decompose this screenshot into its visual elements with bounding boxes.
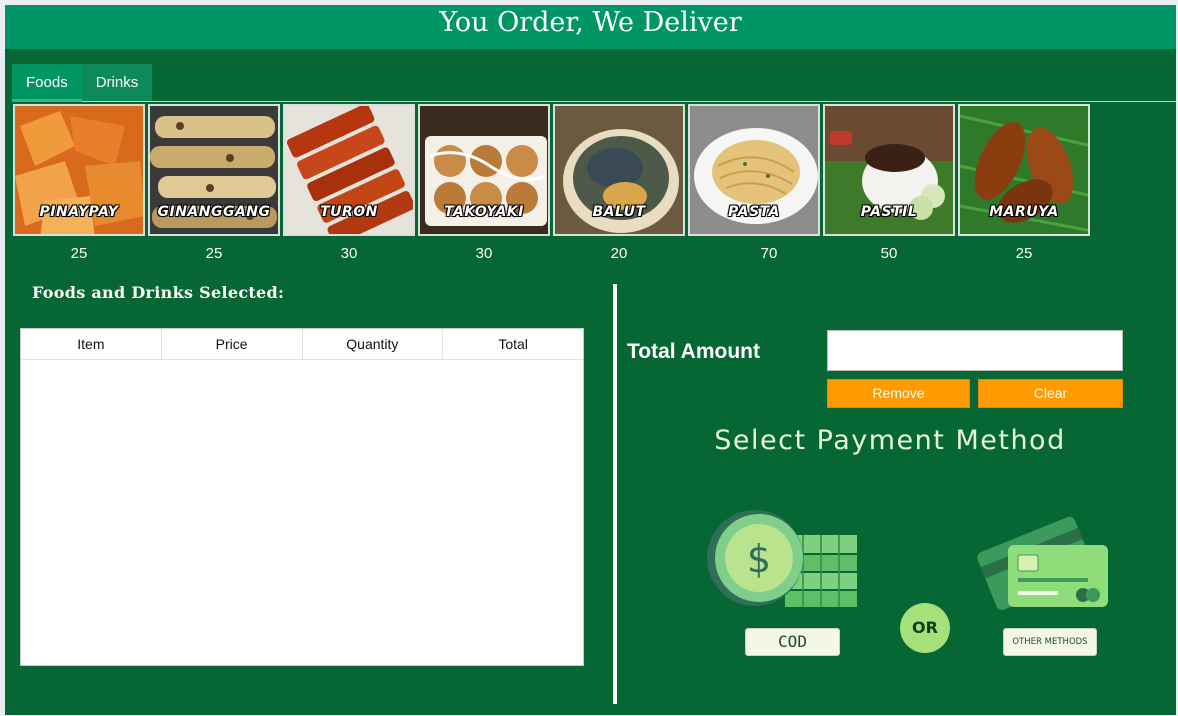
price-ginanggang: 25 (205, 245, 223, 262)
food-name: MARUYA (989, 204, 1059, 220)
clear-button[interactable]: Clear (978, 379, 1123, 408)
payment-method-title: Select Payment Method (714, 425, 1066, 456)
price-balut: 20 (610, 245, 628, 262)
column-price[interactable]: Price (162, 329, 303, 359)
column-item[interactable]: Item (21, 329, 162, 359)
food-item-balut[interactable]: BALUT (553, 104, 685, 236)
svg-text:$: $ (747, 537, 771, 581)
price-pasta: 70 (760, 245, 778, 262)
credit-card-icon[interactable] (973, 503, 1113, 615)
selected-items-table[interactable]: Item Price Quantity Total (20, 328, 584, 666)
price-turon: 30 (340, 245, 358, 262)
food-name: TAKOYAKI (444, 204, 524, 220)
cod-button[interactable]: COD (745, 628, 840, 656)
food-name: PINAYPAY (39, 204, 119, 220)
food-name: TURON (320, 204, 378, 220)
selected-items-title: Foods and Drinks Selected: (32, 283, 285, 302)
tab-drinks[interactable]: Drinks (81, 64, 153, 102)
food-item-ginanggang[interactable]: GINANGGANG (148, 104, 280, 236)
food-item-pinaypay[interactable]: PINAYPAY (13, 104, 145, 236)
cash-coins-icon[interactable]: $ (705, 510, 860, 610)
food-name: GINANGGANG (157, 204, 271, 220)
tab-divider (82, 101, 1176, 102)
food-item-maruya[interactable]: MARUYA (958, 104, 1090, 236)
price-maruya: 25 (1015, 245, 1033, 262)
vertical-divider (613, 284, 617, 704)
price-takoyaki: 30 (475, 245, 493, 262)
food-item-takoyaki[interactable]: TAKOYAKI (418, 104, 550, 236)
tab-bar: Foods Drinks (12, 64, 153, 102)
app-title: You Order, We Deliver (5, 5, 1176, 49)
total-amount-field[interactable] (827, 330, 1123, 371)
price-pinaypay: 25 (70, 245, 88, 262)
food-name: PASTIL (860, 204, 918, 220)
other-methods-button[interactable]: OTHER METHODS (1003, 628, 1097, 656)
table-header: Item Price Quantity Total (21, 329, 583, 360)
food-item-pastil[interactable]: PASTIL (823, 104, 955, 236)
price-pastil: 50 (880, 245, 898, 262)
food-name: BALUT (592, 204, 646, 220)
total-amount-label: Total Amount (627, 340, 760, 363)
app-window: You Order, We Deliver Foods Drinks PINAY… (5, 5, 1176, 715)
tab-foods[interactable]: Foods (12, 64, 82, 102)
food-item-turon[interactable]: TURON (283, 104, 415, 236)
column-total[interactable]: Total (443, 329, 583, 359)
food-item-pasta[interactable]: PASTA (688, 104, 820, 236)
or-badge: OR (900, 603, 950, 653)
food-name: PASTA (728, 204, 780, 220)
column-quantity[interactable]: Quantity (303, 329, 444, 359)
remove-button[interactable]: Remove (827, 379, 970, 408)
